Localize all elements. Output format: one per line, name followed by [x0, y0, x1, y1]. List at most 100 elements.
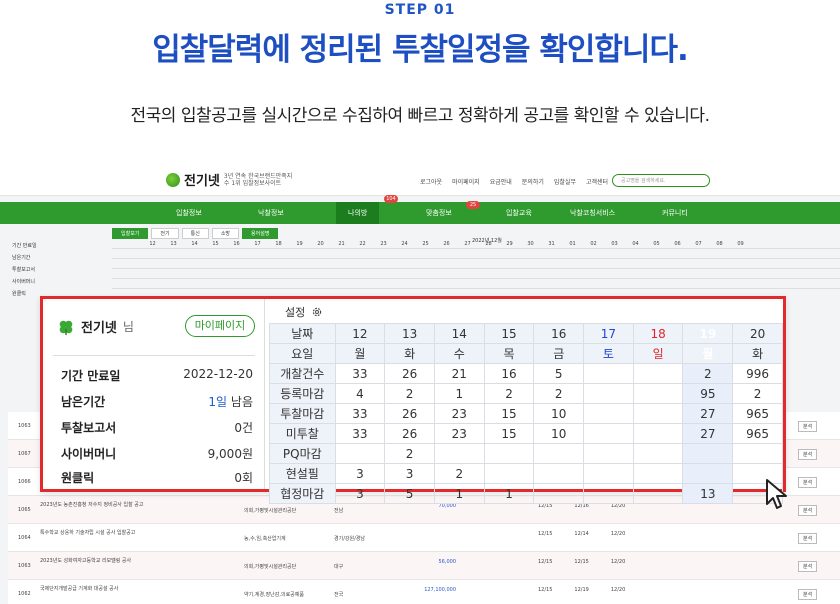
calendar-cell[interactable] [682, 443, 734, 464]
nav-item[interactable]: 커뮤니티 [662, 208, 688, 218]
nav-item[interactable]: 맞춤정보 25 [426, 201, 480, 218]
calendar-cell[interactable]: 33 [334, 363, 386, 384]
nav-item[interactable]: 낙찰정보 [258, 208, 284, 218]
nav-badge: 104 [384, 195, 398, 203]
calendar-cell[interactable]: 26 [384, 403, 435, 424]
calendar-cell[interactable] [533, 443, 585, 464]
calendar-cell[interactable] [632, 363, 684, 384]
table-row[interactable]: 1062 국제단지개발공급 기계화 대공설 공사 약기,계경,장난감,의료공예품 전국… [8, 580, 840, 604]
calendar-cell[interactable] [583, 363, 634, 384]
calendar-cell[interactable]: 10 [533, 403, 585, 424]
analyze-button[interactable]: 분석 [798, 477, 818, 488]
calendar-row-label: 날짜 [269, 323, 336, 344]
top-link[interactable]: 마이페이지 [452, 177, 480, 186]
calendar-cell[interactable]: 10 [533, 423, 585, 444]
calendar-cell[interactable] [632, 483, 684, 504]
nav-item[interactable]: 입찰정보 [176, 208, 202, 218]
calendar-cell[interactable] [632, 463, 684, 484]
calendar-cell[interactable] [533, 483, 585, 504]
calendar-cell[interactable]: 33 [334, 403, 386, 424]
site-logo[interactable]: 전기넷 3년 연속 한국브랜드만족지수 1위 입찰정보사이트 [166, 170, 294, 189]
calendar-cell[interactable]: 2 [533, 383, 585, 404]
top-link[interactable]: 고객센터 [586, 177, 608, 186]
analyze-button[interactable]: 분석 [798, 533, 818, 544]
calendar-cell[interactable]: 26 [384, 363, 435, 384]
calendar-cell[interactable]: 1 [433, 383, 485, 404]
calendar-cell[interactable]: 996 [732, 363, 783, 384]
calendar-cell[interactable] [334, 443, 386, 464]
calendar-cell[interactable] [583, 463, 634, 484]
calendar-cell[interactable]: 965 [732, 423, 783, 444]
calendar-cell[interactable] [632, 403, 684, 424]
calendar-header-cell: 14 [433, 323, 485, 344]
calendar-cell[interactable] [632, 383, 684, 404]
calendar-settings[interactable]: 설정 [269, 299, 335, 323]
calendar-cell[interactable] [583, 423, 634, 444]
calendar-cell[interactable]: 2 [483, 383, 535, 404]
calendar-cell[interactable]: 27 [682, 423, 734, 444]
calendar-cell[interactable] [483, 443, 535, 464]
gear-icon[interactable] [311, 306, 323, 318]
calendar-cell[interactable]: 1 [483, 483, 535, 504]
analyze-button[interactable]: 분석 [798, 505, 818, 516]
mypage-button[interactable]: 마이페이지 [185, 315, 255, 337]
calendar-cell[interactable]: 3 [334, 483, 386, 504]
calendar-cell[interactable]: 27 [682, 403, 734, 424]
analyze-button[interactable]: 분석 [798, 561, 818, 572]
row-title: 2023년도 농촌진흥청 저수지 정비공사 입찰 공고 [40, 502, 144, 508]
calendar-cell[interactable] [583, 443, 634, 464]
analyze-button[interactable]: 분석 [798, 421, 818, 432]
calendar-cell[interactable]: 2 [682, 363, 734, 384]
calendar-cell[interactable] [583, 383, 634, 404]
calendar-cell[interactable] [533, 463, 585, 484]
top-link[interactable]: 입찰실무 [554, 177, 576, 186]
calendar-cell[interactable]: 5 [533, 363, 585, 384]
top-link[interactable]: 요금안내 [490, 177, 512, 186]
nav-item-active[interactable]: 나의방 104 [336, 195, 398, 224]
analyze-button[interactable]: 분석 [798, 449, 818, 460]
calendar-cell[interactable]: 3 [384, 463, 435, 484]
user-suffix: 님 [122, 320, 134, 334]
calendar-cell[interactable] [483, 463, 535, 484]
calendar-cell[interactable]: 4 [334, 383, 386, 404]
row-date: 12/15 [538, 559, 553, 565]
calendar-cell[interactable] [632, 423, 684, 444]
calendar-cell[interactable]: 2 [732, 383, 783, 404]
calendar-cell[interactable]: 3 [334, 463, 386, 484]
calendar-cell[interactable]: 16 [483, 363, 535, 384]
calendar-cell[interactable]: 5 [384, 483, 435, 504]
calendar-cell[interactable]: 965 [732, 403, 783, 424]
calendar-cell[interactable]: 23 [433, 403, 485, 424]
table-row[interactable]: 1064 특수학교 상응하 기술자립 시설 공사 입찰공고 농,수,임,축산업기계 경… [8, 524, 840, 552]
calendar-cell[interactable]: 1 [433, 483, 485, 504]
calendar-cell[interactable] [433, 443, 485, 464]
calendar-cell[interactable] [732, 443, 783, 464]
row-number: 1066 [18, 479, 31, 485]
top-link[interactable]: 로그아웃 [420, 177, 442, 186]
nav-item[interactable]: 입찰교육 [506, 208, 532, 218]
analyze-button[interactable]: 분석 [798, 589, 818, 600]
calendar-cell[interactable]: 15 [483, 403, 535, 424]
calendar-cell[interactable]: 95 [682, 383, 734, 404]
table-row[interactable]: 1063 2023년도 성화여자고등학교 리모델링 공사 의회,가평및시설관리공단 대… [8, 552, 840, 580]
calendar-cell[interactable] [632, 443, 684, 464]
site-search-input[interactable]: 공고명을 검색하세요. [612, 174, 710, 187]
calendar-cell[interactable]: 26 [384, 423, 435, 444]
calendar-cell[interactable]: 2 [384, 383, 435, 404]
calendar-cell[interactable]: 33 [334, 423, 386, 444]
calendar-row: PQ마감 2 [269, 443, 783, 464]
calendar-header-cell: 금 [533, 343, 585, 364]
calendar-cell[interactable]: 21 [433, 363, 485, 384]
calendar-cell[interactable] [682, 463, 734, 484]
calendar-cell[interactable]: 15 [483, 423, 535, 444]
divider [112, 278, 840, 279]
mini-side-panel: 기간 만료일 남은기간 투찰보고서 사이버머니 원클릭 [12, 242, 108, 302]
calendar-cell[interactable]: 23 [433, 423, 485, 444]
nav-item[interactable]: 낙찰코칭서비스 [570, 208, 615, 218]
calendar-cell[interactable]: 2 [384, 443, 435, 464]
calendar-cell[interactable] [583, 403, 634, 424]
top-link[interactable]: 문의하기 [522, 177, 544, 186]
calendar-cell[interactable]: 13 [682, 483, 734, 504]
calendar-cell[interactable] [583, 483, 634, 504]
calendar-cell[interactable]: 2 [433, 463, 485, 484]
